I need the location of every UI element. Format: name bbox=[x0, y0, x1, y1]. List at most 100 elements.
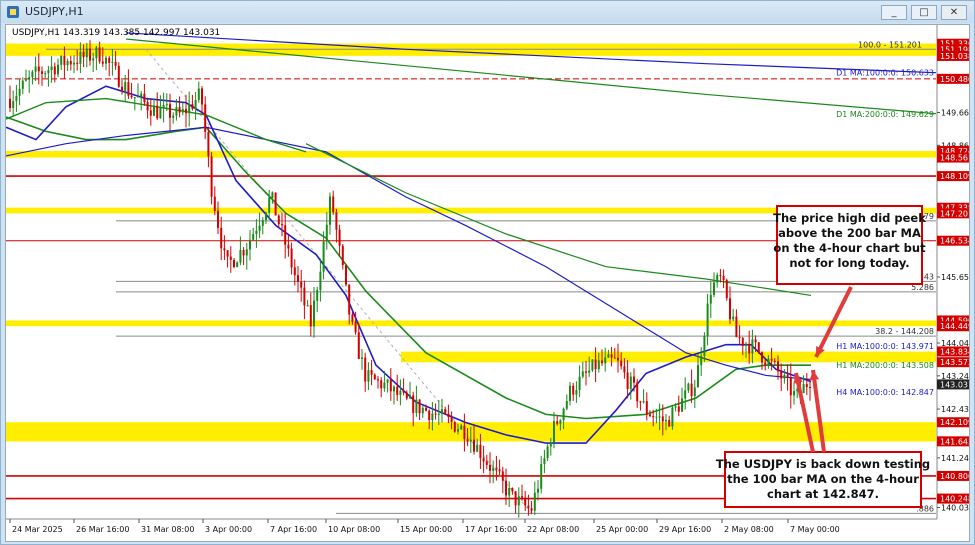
candle-body bbox=[92, 58, 94, 60]
candle-body bbox=[694, 387, 696, 396]
candle-body bbox=[636, 383, 638, 402]
candle-body bbox=[99, 48, 101, 62]
candle-body bbox=[687, 384, 689, 391]
price-tag-label: 143.834 bbox=[940, 347, 969, 356]
candle-body bbox=[502, 471, 504, 480]
time-tick-label: 2 May 08:00 bbox=[724, 525, 774, 534]
candle-body bbox=[303, 288, 305, 306]
candle-body bbox=[371, 370, 373, 375]
candle-body bbox=[179, 107, 181, 112]
candle-body bbox=[508, 488, 510, 495]
candle-body bbox=[588, 370, 590, 372]
time-tick-label: 15 Apr 00:00 bbox=[400, 525, 452, 534]
candle-body bbox=[751, 339, 753, 353]
candle-body bbox=[137, 96, 139, 97]
candle-body bbox=[316, 290, 318, 301]
price-tag-label: 143.573 bbox=[940, 358, 969, 367]
price-tag-label: 148.109 bbox=[940, 172, 969, 181]
candle-body bbox=[524, 498, 526, 506]
candle-body bbox=[111, 62, 113, 63]
candle-body bbox=[108, 58, 110, 63]
candle-body bbox=[758, 342, 760, 352]
candle-body bbox=[185, 109, 187, 113]
candle-body bbox=[467, 439, 469, 441]
candle-body bbox=[579, 377, 581, 390]
candle-body bbox=[358, 332, 360, 359]
candle-body bbox=[140, 94, 142, 97]
candle-body bbox=[246, 249, 248, 255]
restore-button[interactable]: □ bbox=[911, 5, 937, 20]
candle-body bbox=[505, 481, 507, 496]
candle-body bbox=[627, 372, 629, 388]
candle-body bbox=[239, 250, 241, 262]
candle-body bbox=[377, 379, 379, 380]
close-button[interactable]: ✕ bbox=[941, 5, 967, 20]
annotation-ma-test-text: chart at 142.847. bbox=[767, 487, 879, 501]
candle-body bbox=[447, 414, 449, 417]
candle-body bbox=[771, 359, 773, 361]
time-tick-label: 29 Apr 16:00 bbox=[659, 525, 711, 534]
candle-body bbox=[598, 360, 600, 369]
candle-body bbox=[527, 505, 529, 508]
annotation-peak-text: not for long today. bbox=[789, 256, 909, 270]
candle-body bbox=[479, 445, 481, 458]
minimize-button[interactable]: _ bbox=[881, 5, 907, 20]
ma-level-label: H4 MA:100:0:0: 142.847 bbox=[836, 388, 934, 397]
candle-body bbox=[134, 97, 136, 98]
candle-body bbox=[287, 245, 289, 249]
candle-body bbox=[748, 344, 750, 354]
candle-body bbox=[332, 196, 334, 212]
h4-ma200-line bbox=[306, 144, 811, 296]
candle-body bbox=[38, 66, 40, 71]
candle-body bbox=[489, 465, 491, 471]
price-tick-label: 142.430 bbox=[941, 405, 969, 414]
candle-body bbox=[367, 370, 369, 381]
candle-body bbox=[227, 250, 229, 256]
candle-body bbox=[700, 356, 702, 365]
candle-body bbox=[780, 371, 782, 378]
symbol-info: USDJPY,H1 143.319 143.385 142.997 143.03… bbox=[12, 28, 220, 38]
candle-body bbox=[623, 366, 625, 372]
candle-body bbox=[691, 384, 693, 397]
candle-body bbox=[31, 72, 33, 77]
candle-body bbox=[595, 360, 597, 370]
candle-body bbox=[131, 96, 133, 97]
window-titlebar[interactable]: USDJPY,H1 _ □ ✕ bbox=[1, 1, 974, 23]
candle-body bbox=[291, 249, 293, 268]
candle-body bbox=[499, 470, 501, 472]
candle-body bbox=[313, 301, 315, 327]
price-chart[interactable]: 100.0 - 151.2016.8795.5435.28638.2 - 144… bbox=[5, 24, 970, 542]
candle-body bbox=[662, 416, 664, 421]
fib-level-label: 38.2 - 144.208 bbox=[875, 327, 934, 336]
time-tick-label: 7 Apr 16:00 bbox=[270, 525, 317, 534]
candle-body bbox=[716, 275, 718, 283]
candle-body bbox=[275, 192, 277, 215]
candle-body bbox=[755, 339, 757, 342]
candle-body bbox=[486, 461, 488, 464]
candle-body bbox=[67, 61, 69, 65]
ma-level-label: D1 MA:200:0:0: 149.629 bbox=[836, 110, 934, 119]
candle-body bbox=[383, 383, 385, 389]
candle-body bbox=[761, 352, 763, 362]
candle-body bbox=[364, 357, 366, 381]
candle-body bbox=[563, 409, 565, 420]
candle-body bbox=[54, 66, 56, 74]
candle-body bbox=[118, 66, 120, 87]
ma-level-label: H1 MA:100:0:0: 143.971 bbox=[836, 342, 934, 351]
time-tick-label: 22 Apr 08:00 bbox=[527, 525, 579, 534]
candle-body bbox=[22, 81, 24, 89]
time-tick-label: 3 Apr 00:00 bbox=[205, 525, 252, 534]
candle-body bbox=[73, 63, 75, 65]
candle-body bbox=[617, 358, 619, 361]
candle-body bbox=[668, 420, 670, 427]
candle-body bbox=[51, 66, 53, 70]
fib-level-label: 100.0 - 151.201 bbox=[858, 40, 922, 49]
annotation-ma-test-text: The USDJPY is back down testing bbox=[716, 457, 930, 471]
candle-body bbox=[284, 225, 286, 244]
candle-body bbox=[495, 468, 497, 470]
candle-body bbox=[409, 395, 411, 398]
h4-ma200-early-line bbox=[6, 99, 306, 152]
candle-body bbox=[470, 440, 472, 442]
price-tag-label: 140.800 bbox=[940, 472, 969, 481]
candle-body bbox=[620, 361, 622, 367]
